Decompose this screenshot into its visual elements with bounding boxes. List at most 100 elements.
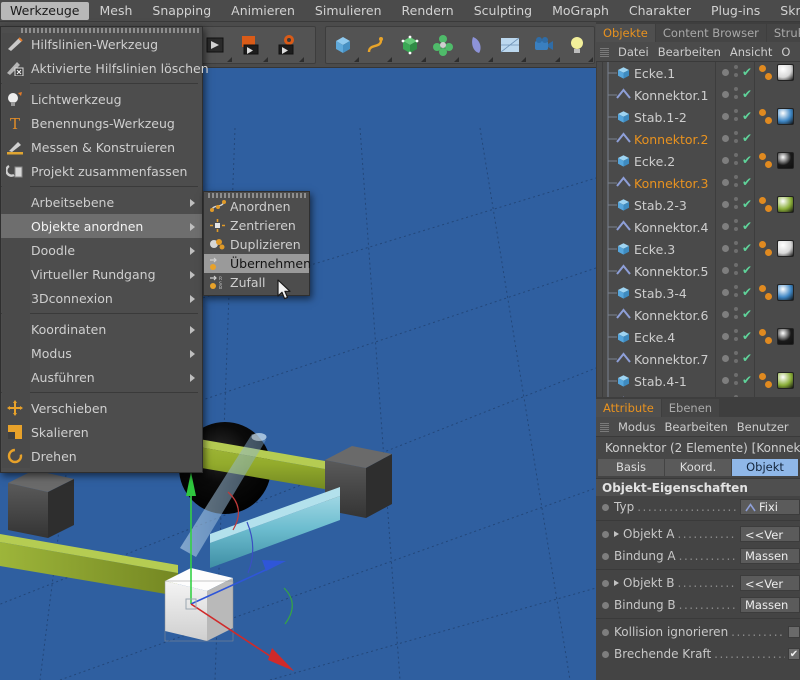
light-icon[interactable] — [561, 27, 595, 63]
menu-item-ausfuehren[interactable]: Ausführen — [1, 365, 202, 389]
visibility-editor-dot[interactable] — [722, 179, 729, 186]
dropdown-field[interactable]: Massen — [740, 597, 800, 613]
tag-dot-upper[interactable] — [759, 65, 766, 72]
am-menu-benutzer[interactable]: Benutzer — [737, 420, 789, 434]
visibility-render-dot-bottom[interactable] — [734, 315, 738, 319]
werkzeuge-dropdown-menu[interactable]: Hilfslinien-Werkzeug Aktivierte Hilfslin… — [0, 26, 209, 473]
animate-bullet[interactable] — [602, 552, 609, 560]
enabled-check-icon[interactable]: ✔ — [742, 241, 752, 255]
object-row[interactable]: Konnektor.3 ✔ — [596, 172, 800, 194]
tag-dot-upper[interactable] — [759, 285, 766, 292]
attribute-row[interactable]: Objekt B............................<<Ve… — [596, 572, 800, 594]
menu-item-hilfslinien-werkzeug[interactable]: Hilfslinien-Werkzeug — [1, 32, 202, 56]
visibility-render-dot-bottom[interactable] — [734, 359, 738, 363]
visibility-editor-dot[interactable] — [722, 135, 729, 142]
object-row[interactable]: Konnektor.1 ✔ — [596, 84, 800, 106]
animate-bullet[interactable] — [602, 579, 609, 587]
menu-item-aktivierte-hilfslinien-loeschen[interactable]: Aktivierte Hilfslinien löschen — [1, 56, 209, 80]
object-row[interactable]: Konnektor.7 ✔ — [596, 348, 800, 370]
tag-dot-lower[interactable] — [765, 293, 772, 300]
tag-dot-upper[interactable] — [759, 153, 766, 160]
enabled-check-icon[interactable]: ✔ — [742, 329, 752, 343]
visibility-render-dot-top[interactable] — [734, 87, 738, 91]
object-row[interactable]: Ecke.2 ✔ — [596, 150, 800, 172]
panel-grip-icon[interactable] — [600, 46, 609, 57]
visibility-editor-dot[interactable] — [722, 223, 729, 230]
menu-item-drehen[interactable]: Drehen — [1, 444, 202, 468]
generator-icon[interactable] — [393, 27, 427, 63]
menu-item-arbeitsebene[interactable]: Arbeitsebene — [1, 190, 202, 214]
visibility-render-dot-bottom[interactable] — [734, 381, 738, 385]
enabled-check-icon[interactable]: ✔ — [742, 65, 752, 79]
object-link-field[interactable]: <<Ver — [740, 575, 800, 591]
menu-item-objekte-anordnen[interactable]: Objekte anordnen — [1, 214, 202, 238]
menu-item-virtueller-rundgang[interactable]: Virtueller Rundgang — [1, 262, 202, 286]
material-tag-icon[interactable] — [777, 196, 794, 213]
tag-dot-upper[interactable] — [759, 197, 766, 204]
attribute-row[interactable]: Kollision ignorieren....................… — [596, 621, 800, 643]
object-row[interactable]: Ecke.4 ✔ — [596, 326, 800, 348]
dropdown-field[interactable]: Fixi — [740, 499, 800, 515]
visibility-editor-dot[interactable] — [722, 201, 729, 208]
menu-item-koordinaten[interactable]: Koordinaten — [1, 317, 202, 341]
menu-item-skript[interactable]: Skript — [771, 2, 800, 20]
menu-item-modus[interactable]: Modus — [1, 341, 202, 365]
visibility-render-dot-bottom[interactable] — [734, 183, 738, 187]
material-tag-icon[interactable] — [777, 284, 794, 301]
atab-basis[interactable]: Basis — [598, 459, 664, 476]
enabled-check-icon[interactable]: ✔ — [742, 131, 752, 145]
animate-bullet[interactable] — [602, 601, 609, 609]
attribute-row[interactable]: Objekt A............................<<Ve… — [596, 523, 800, 545]
expand-triangle-icon[interactable] — [614, 580, 619, 586]
tag-dot-lower[interactable] — [765, 161, 772, 168]
enabled-check-icon[interactable]: ✔ — [742, 109, 752, 123]
enabled-check-icon[interactable]: ✔ — [742, 307, 752, 321]
tag-dot-lower[interactable] — [765, 381, 772, 388]
menu-item-messen-konstruieren[interactable]: Messen & Konstruieren — [1, 135, 202, 159]
material-tag-icon[interactable] — [777, 372, 794, 389]
expand-triangle-icon[interactable] — [614, 531, 619, 537]
visibility-editor-dot[interactable] — [722, 289, 729, 296]
tag-dot-lower[interactable] — [765, 337, 772, 344]
visibility-render-dot-bottom[interactable] — [734, 139, 738, 143]
menu-item-verschieben[interactable]: Verschieben — [1, 396, 202, 420]
tag-dot-upper[interactable] — [759, 373, 766, 380]
objekte-anordnen-submenu[interactable]: Anordnen Zentrieren Duplizieren Übernehm… — [203, 191, 311, 296]
tag-dot-lower[interactable] — [765, 73, 772, 80]
tab-struktur[interactable]: Struktur — [766, 24, 800, 42]
object-row[interactable]: Stab.1-2 ✔ — [596, 106, 800, 128]
visibility-editor-dot[interactable] — [722, 245, 729, 252]
visibility-editor-dot[interactable] — [722, 157, 729, 164]
menu-item-sculpting[interactable]: Sculpting — [465, 2, 541, 20]
menu-item-mograph[interactable]: MoGraph — [543, 2, 618, 20]
atab-objekt[interactable]: Objekt — [732, 459, 798, 476]
tag-dot-upper[interactable] — [759, 329, 766, 336]
visibility-render-dot-top[interactable] — [734, 65, 738, 69]
om-menu-bearbeiten[interactable]: Bearbeiten — [658, 45, 721, 59]
environment-icon[interactable] — [494, 27, 528, 63]
visibility-render-dot-top[interactable] — [734, 241, 738, 245]
object-link-field[interactable]: <<Ver — [740, 526, 800, 542]
enabled-check-icon[interactable]: ✔ — [742, 175, 752, 189]
material-tag-icon[interactable] — [777, 240, 794, 257]
attribute-row[interactable]: Bindung B............................Mas… — [596, 594, 800, 616]
deformer-icon[interactable] — [427, 27, 461, 63]
checkbox[interactable] — [788, 626, 800, 638]
visibility-editor-dot[interactable] — [722, 377, 729, 384]
render-settings-icon[interactable] — [269, 27, 305, 63]
menu-item-simulieren[interactable]: Simulieren — [306, 2, 391, 20]
visibility-render-dot-bottom[interactable] — [734, 205, 738, 209]
material-tag-icon[interactable] — [777, 152, 794, 169]
attribute-row[interactable]: Bindung A............................Mas… — [596, 545, 800, 567]
animate-bullet[interactable] — [602, 650, 609, 658]
enabled-check-icon[interactable]: ✔ — [742, 351, 752, 365]
visibility-render-dot-top[interactable] — [734, 351, 738, 355]
spline-icon[interactable] — [360, 27, 394, 63]
visibility-render-dot-bottom[interactable] — [734, 117, 738, 121]
visibility-render-dot-top[interactable] — [734, 263, 738, 267]
animate-bullet[interactable] — [602, 530, 609, 538]
menu-item-charakter[interactable]: Charakter — [620, 2, 700, 20]
om-menu-ansicht[interactable]: Ansicht — [730, 45, 772, 59]
menu-item-snapping[interactable]: Snapping — [143, 2, 220, 20]
visibility-render-dot-top[interactable] — [734, 197, 738, 201]
